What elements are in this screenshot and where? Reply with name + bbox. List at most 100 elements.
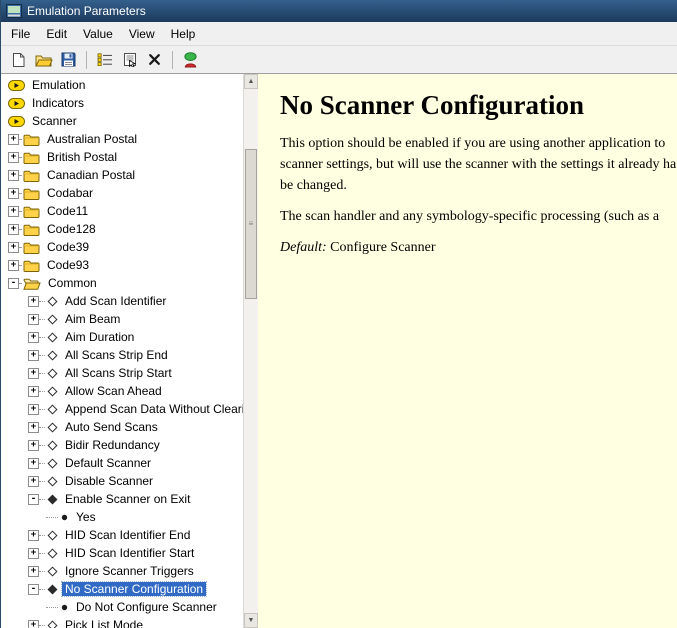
- open-button[interactable]: [31, 48, 56, 71]
- collapse-icon[interactable]: -: [8, 277, 19, 289]
- tree-item-disable-scanner[interactable]: + Disable Scanner: [1, 472, 243, 490]
- expand-icon[interactable]: +: [8, 223, 19, 235]
- tree-item-scanner[interactable]: Scanner: [1, 112, 243, 130]
- expand-icon[interactable]: +: [28, 331, 39, 343]
- folder-closed-icon: [23, 169, 40, 182]
- expand-icon[interactable]: +: [28, 349, 39, 361]
- tree-connector: [19, 282, 21, 284]
- expand-icon[interactable]: +: [28, 565, 39, 577]
- tree-item-label: Common: [48, 276, 97, 290]
- expand-icon[interactable]: +: [28, 457, 39, 469]
- tree-item-all-scans-strip-start[interactable]: + All Scans Strip Start: [1, 364, 243, 382]
- folder-closed-icon: [23, 223, 40, 236]
- expand-icon[interactable]: +: [28, 313, 39, 325]
- tree-scrollbar[interactable]: ▲ ≡ ▼: [243, 74, 258, 628]
- expand-icon[interactable]: +: [8, 187, 19, 199]
- expand-icon[interactable]: +: [28, 619, 39, 628]
- expand-icon[interactable]: +: [28, 475, 39, 487]
- expand-icon[interactable]: +: [8, 133, 19, 145]
- tree-item-enable-scanner-on-exit[interactable]: - Enable Scanner on Exit: [1, 490, 243, 508]
- scrollbar-thumb[interactable]: ≡: [245, 149, 257, 299]
- tree-item-code93[interactable]: + Code93: [1, 256, 243, 274]
- save-button[interactable]: [56, 48, 81, 71]
- tree-item-allow-scan-ahead[interactable]: + Allow Scan Ahead: [1, 382, 243, 400]
- tree-item-hid-scan-identifier-end[interactable]: + HID Scan Identifier End: [1, 526, 243, 544]
- tree-item-british-postal[interactable]: + British Postal: [1, 148, 243, 166]
- status-button[interactable]: [178, 48, 203, 71]
- description-text: This option should be enabled if you are…: [280, 133, 677, 227]
- window-title: Emulation Parameters: [27, 4, 146, 18]
- tree-item-codabar[interactable]: + Codabar: [1, 184, 243, 202]
- diamond-icon: [47, 547, 58, 559]
- tree-item-label: All Scans Strip Start: [65, 366, 172, 380]
- tree-item-code11[interactable]: + Code11: [1, 202, 243, 220]
- tree-item-hid-scan-identifier-start[interactable]: + HID Scan Identifier Start: [1, 544, 243, 562]
- expand-icon[interactable]: +: [28, 547, 39, 559]
- emulation-parameters-window: Emulation Parameters File Edit Value View He…: [0, 0, 677, 628]
- tree-item-append-scan-data-without-cleari[interactable]: + Append Scan Data Without Cleari: [1, 400, 243, 418]
- tree-item-no-scanner-configuration[interactable]: - No Scanner Configuration: [1, 580, 243, 598]
- tree-item-australian-postal[interactable]: + Australian Postal: [1, 130, 243, 148]
- tree-item-auto-send-scans[interactable]: + Auto Send Scans: [1, 418, 243, 436]
- collapse-icon[interactable]: -: [28, 583, 39, 595]
- list-view-button[interactable]: [92, 48, 117, 71]
- folder-closed-icon: [23, 205, 40, 218]
- new-button[interactable]: [6, 48, 31, 71]
- expand-icon[interactable]: +: [28, 403, 39, 415]
- paragraph: The scan handler and any symbology-speci…: [280, 206, 677, 227]
- tree-item-emulation[interactable]: Emulation: [1, 76, 243, 94]
- tree-item-add-scan-identifier[interactable]: + Add Scan Identifier: [1, 292, 243, 310]
- diamond-icon: [47, 565, 58, 577]
- tree-connector: [39, 534, 45, 536]
- tree-item-common[interactable]: - Common: [1, 274, 243, 292]
- collapse-icon[interactable]: -: [28, 493, 39, 505]
- expand-icon[interactable]: +: [8, 151, 19, 163]
- scroll-up-icon[interactable]: ▲: [244, 74, 258, 89]
- tree-item-pick-list-mode[interactable]: + Pick List Mode: [1, 616, 243, 628]
- expand-icon[interactable]: +: [28, 439, 39, 451]
- expand-icon[interactable]: +: [8, 205, 19, 217]
- tree-item-label: Bidir Redundancy: [65, 438, 160, 452]
- expand-icon[interactable]: +: [28, 421, 39, 433]
- tree-item-default-scanner[interactable]: + Default Scanner: [1, 454, 243, 472]
- scroll-down-icon[interactable]: ▼: [244, 613, 258, 628]
- expand-icon[interactable]: +: [8, 169, 19, 181]
- diamond-icon: [47, 475, 58, 487]
- tree-item-canadian-postal[interactable]: + Canadian Postal: [1, 166, 243, 184]
- tree-connector: [19, 246, 21, 248]
- expand-icon[interactable]: +: [28, 529, 39, 541]
- expand-icon[interactable]: +: [8, 259, 19, 271]
- tree-item-yes[interactable]: Yes: [1, 508, 243, 526]
- tree-item-label: Allow Scan Ahead: [65, 384, 162, 398]
- tree-item-bidir-redundancy[interactable]: + Bidir Redundancy: [1, 436, 243, 454]
- toolbar-separator: [86, 50, 87, 69]
- tree-connector: [39, 354, 45, 356]
- tree-item-ignore-scanner-triggers[interactable]: + Ignore Scanner Triggers: [1, 562, 243, 580]
- tree-item-aim-beam[interactable]: + Aim Beam: [1, 310, 243, 328]
- expand-icon[interactable]: +: [28, 295, 39, 307]
- tree-item-aim-duration[interactable]: + Aim Duration: [1, 328, 243, 346]
- tree-connector: [19, 138, 21, 140]
- menu-file[interactable]: File: [3, 24, 38, 44]
- menu-edit[interactable]: Edit: [38, 24, 75, 44]
- menu-view[interactable]: View: [121, 24, 163, 44]
- expand-icon[interactable]: +: [28, 367, 39, 379]
- tree-item-indicators[interactable]: Indicators: [1, 94, 243, 112]
- tree-item-code39[interactable]: + Code39: [1, 238, 243, 256]
- tree-item-code128[interactable]: + Code128: [1, 220, 243, 238]
- properties-button[interactable]: [117, 48, 142, 71]
- tree-item-all-scans-strip-end[interactable]: + All Scans Strip End: [1, 346, 243, 364]
- expand-icon[interactable]: +: [28, 385, 39, 397]
- menu-value[interactable]: Value: [75, 24, 121, 44]
- tree-item-do-not-configure-scanner[interactable]: Do Not Configure Scanner: [1, 598, 243, 616]
- expand-icon[interactable]: +: [8, 241, 19, 253]
- title-bar[interactable]: Emulation Parameters: [1, 0, 677, 22]
- delete-button[interactable]: [142, 48, 167, 71]
- menu-help[interactable]: Help: [163, 24, 204, 44]
